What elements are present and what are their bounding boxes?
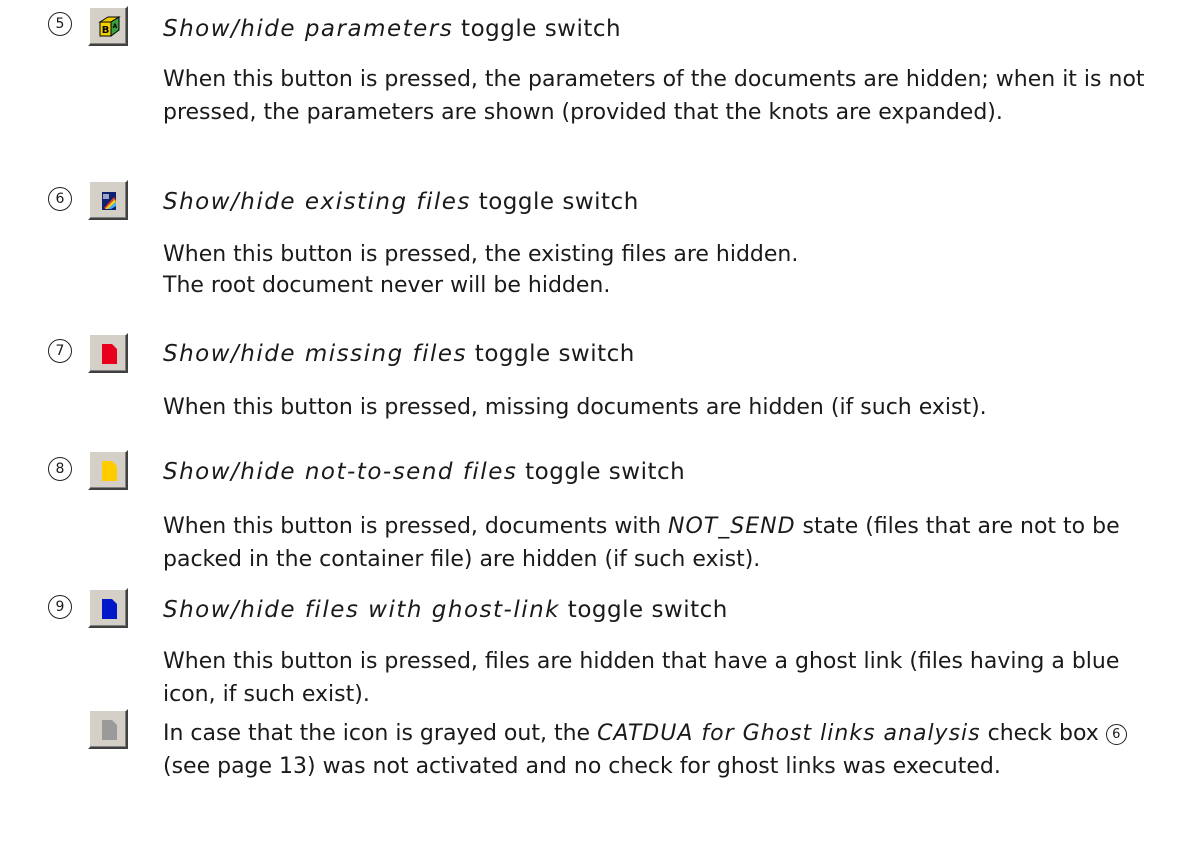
parameters-cube-icon: B A (98, 16, 121, 37)
show-hide-ghost-link-files-button[interactable] (88, 588, 128, 628)
grayed-ghost-link-icon (102, 720, 117, 740)
item-number: 8 (48, 457, 72, 481)
svg-text:A: A (113, 23, 118, 30)
item-title: Show/hide missing files toggle switch (163, 341, 635, 367)
missing-file-icon (102, 344, 117, 364)
grayed-icon-note-text: In case that the icon is grayed out, the… (163, 717, 1178, 783)
ghost-link-file-icon (102, 599, 117, 619)
item-number: 7 (48, 339, 72, 363)
show-hide-existing-files-button[interactable] (88, 180, 128, 220)
svg-text:B: B (102, 25, 110, 36)
item-title: Show/hide parameters toggle switch (163, 16, 622, 42)
item-description: When this button is pressed, missing doc… (163, 395, 987, 420)
item-description: When this button is pressed, the paramet… (163, 67, 1145, 125)
not-to-send-file-icon (102, 461, 117, 481)
item-title: Show/hide files with ghost-link toggle s… (163, 597, 728, 623)
item-title: Show/hide not-to-send files toggle switc… (163, 459, 686, 485)
item-number: 6 (48, 187, 72, 211)
check-box-reference-number: 6 (1105, 724, 1127, 745)
grayed-ghost-link-button (88, 709, 128, 749)
item-title: Show/hide existing files toggle switch (163, 189, 639, 215)
show-hide-not-to-send-files-button[interactable] (88, 450, 128, 490)
existing-file-icon (102, 192, 116, 210)
show-hide-missing-files-button[interactable] (88, 333, 128, 373)
item-number: 5 (48, 12, 72, 36)
item-description: When this button is pressed, files are h… (163, 649, 1120, 707)
show-hide-parameters-button[interactable]: B A (88, 6, 128, 46)
item-description: When this button is pressed, documents w… (163, 514, 1120, 572)
item-description-line: The root document never will be hidden. (163, 273, 611, 298)
item-description-line: When this button is pressed, the existin… (163, 242, 799, 267)
item-number: 9 (48, 595, 72, 619)
